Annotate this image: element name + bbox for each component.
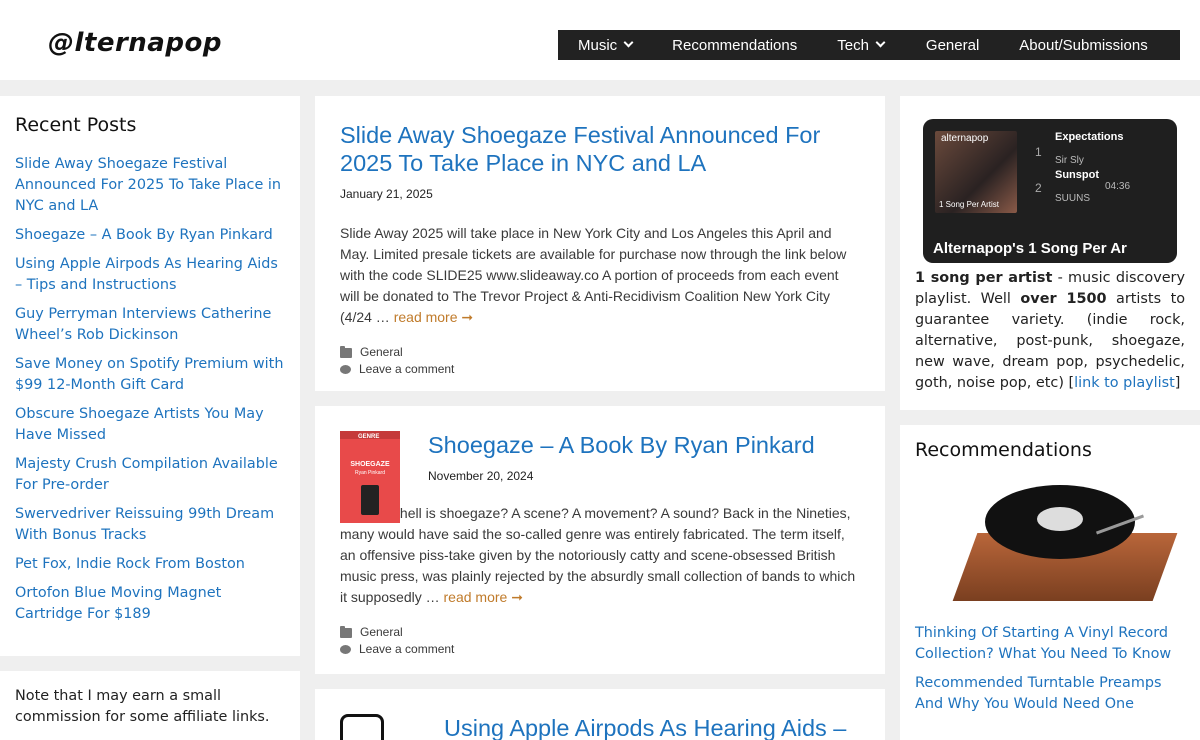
track-duration: 04:36 bbox=[1105, 181, 1131, 192]
read-more-link[interactable]: read more ➞ bbox=[444, 589, 523, 605]
category-row: General bbox=[340, 624, 860, 641]
comment-icon bbox=[340, 645, 351, 654]
recent-post-link[interactable]: Swervedriver Reissuing 99th Dream With B… bbox=[15, 504, 285, 546]
category-row: General bbox=[340, 344, 860, 361]
recommendations-title: Recommendations bbox=[915, 439, 1092, 461]
book-cover-thumbnail[interactable]: GENRE SHOEGAZE Ryan Pinkard bbox=[340, 431, 400, 523]
nav-general[interactable]: General bbox=[926, 30, 979, 60]
track-number: 2 bbox=[1035, 181, 1042, 195]
article-date: November 20, 2024 bbox=[428, 469, 534, 483]
nav-recommendations-label: Recommendations bbox=[672, 36, 798, 54]
recent-post-link[interactable]: Shoegaze – A Book By Ryan Pinkard bbox=[15, 225, 285, 246]
recommendations-widget: Recommendations Thinking Of Starting A V… bbox=[900, 425, 1200, 740]
recent-post-link[interactable]: Guy Perryman Interviews Catherine Wheel’… bbox=[15, 304, 285, 346]
comment-icon bbox=[340, 365, 351, 374]
article-date: January 21, 2025 bbox=[340, 187, 433, 201]
nav-music[interactable]: Music bbox=[578, 30, 634, 60]
chevron-down-icon bbox=[875, 37, 886, 47]
track-title[interactable]: Expectations bbox=[1055, 131, 1123, 143]
track-artist: SUUNS bbox=[1055, 193, 1091, 204]
recent-post-link[interactable]: Pet Fox, Indie Rock From Boston bbox=[15, 554, 285, 575]
recent-posts-title: Recent Posts bbox=[15, 114, 137, 136]
article-card: Using Apple Airpods As Hearing Aids – bbox=[315, 689, 885, 740]
nav-music-label: Music bbox=[578, 36, 618, 54]
track-number: 1 bbox=[1035, 145, 1042, 159]
playlist-description: 1 song per artist - music discovery play… bbox=[915, 268, 1185, 394]
playlist-link[interactable]: link to playlist bbox=[1074, 375, 1175, 391]
affiliate-note: Note that I may earn a small commission … bbox=[15, 688, 270, 725]
track-title[interactable]: Sunspot bbox=[1055, 169, 1099, 181]
affiliate-note-widget: Note that I may earn a small commission … bbox=[0, 671, 300, 740]
nav-tech[interactable]: Tech bbox=[837, 30, 886, 60]
book-cover-title: SHOEGAZE Ryan Pinkard bbox=[340, 461, 400, 476]
nav-about-submissions[interactable]: About/Submissions bbox=[1019, 30, 1147, 60]
pedal-illustration bbox=[361, 485, 379, 515]
turntable-image[interactable] bbox=[945, 483, 1178, 613]
recent-posts-list: Slide Away Shoegaze Festival Announced F… bbox=[15, 154, 285, 625]
recommendation-link[interactable]: Thinking Of Starting A Vinyl Record Coll… bbox=[915, 623, 1185, 665]
book-title-text: SHOEGAZE bbox=[350, 461, 390, 468]
article-meta: General Leave a comment bbox=[340, 344, 860, 378]
nav-recommendations[interactable]: Recommendations bbox=[672, 30, 797, 60]
nav-general-label: General bbox=[925, 36, 980, 54]
article-meta: General Leave a comment bbox=[340, 624, 860, 658]
book-author-text: Ryan Pinkard bbox=[354, 470, 385, 476]
recent-post-link[interactable]: Save Money on Spotify Premium with $99 1… bbox=[15, 354, 285, 396]
site-logo[interactable]: @lternapop bbox=[48, 28, 222, 58]
article-title[interactable]: Slide Away Shoegaze Festival Announced F… bbox=[340, 121, 860, 177]
playlist-widget: alternapop 1 Song Per Artist Expectation… bbox=[900, 96, 1200, 410]
article-card: Slide Away Shoegaze Festival Announced F… bbox=[315, 96, 885, 391]
phone-thumbnail[interactable] bbox=[340, 714, 384, 740]
read-more-link[interactable]: read more ➞ bbox=[394, 309, 473, 325]
record-label bbox=[1037, 507, 1083, 531]
main-nav: Music Recommendations Tech General About… bbox=[558, 30, 1180, 60]
leave-comment-link[interactable]: Leave a comment bbox=[359, 361, 454, 378]
leave-comment-link[interactable]: Leave a comment bbox=[359, 641, 454, 658]
article-excerpt: What the hell is shoegaze? A scene? A mo… bbox=[340, 503, 860, 608]
spotify-playlist-embed[interactable]: alternapop 1 Song Per Artist Expectation… bbox=[923, 119, 1177, 263]
category-link[interactable]: General bbox=[360, 624, 403, 641]
recommendations-list: Thinking Of Starting A Vinyl Record Coll… bbox=[915, 623, 1185, 715]
article-excerpt: Slide Away 2025 will take place in New Y… bbox=[340, 223, 860, 328]
folder-icon bbox=[340, 345, 352, 358]
nav-tech-label: Tech bbox=[837, 36, 869, 54]
playlist-cover-brand: alternapop bbox=[941, 133, 989, 144]
playlist-name: Alternapop's 1 Song Per Ar bbox=[933, 240, 1127, 257]
book-genre-label: GENRE bbox=[358, 434, 380, 440]
article-card: GENRE SHOEGAZE Ryan Pinkard Shoegaze – A… bbox=[315, 406, 885, 674]
comment-row: Leave a comment bbox=[340, 361, 860, 378]
recent-post-link[interactable]: Majesty Crush Compilation Available For … bbox=[15, 454, 285, 496]
category-link[interactable]: General bbox=[360, 344, 403, 361]
article-title[interactable]: Shoegaze – A Book By Ryan Pinkard bbox=[428, 431, 860, 459]
recent-post-link[interactable]: Using Apple Airpods As Hearing Aids – Ti… bbox=[15, 254, 285, 296]
chevron-down-icon bbox=[623, 37, 634, 47]
playlist-cover-label: 1 Song Per Artist bbox=[939, 200, 1000, 209]
desc-bold-1: 1 song per artist bbox=[915, 270, 1053, 286]
recent-post-link[interactable]: Ortofon Blue Moving Magnet Cartridge For… bbox=[15, 583, 285, 625]
article-title[interactable]: Using Apple Airpods As Hearing Aids – bbox=[444, 714, 860, 740]
folder-icon bbox=[340, 625, 352, 638]
recent-posts-widget: Recent Posts Slide Away Shoegaze Festiva… bbox=[0, 96, 300, 656]
recommendation-link[interactable]: Recommended Turntable Preamps And Why Yo… bbox=[915, 673, 1185, 715]
comment-row: Leave a comment bbox=[340, 641, 860, 658]
playlist-cover: alternapop 1 Song Per Artist bbox=[935, 131, 1017, 213]
nav-about-label: About/Submissions bbox=[1019, 36, 1148, 54]
desc-end: ] bbox=[1174, 375, 1181, 391]
recent-post-link[interactable]: Obscure Shoegaze Artists You May Have Mi… bbox=[15, 404, 285, 446]
excerpt-text: What the hell is shoegaze? A scene? A mo… bbox=[340, 505, 856, 605]
recent-post-link[interactable]: Slide Away Shoegaze Festival Announced F… bbox=[15, 154, 285, 217]
desc-bold-2: over 1500 bbox=[1020, 291, 1107, 307]
track-artist: Sir Sly bbox=[1055, 155, 1084, 166]
site-header: @lternapop Music Recommendations Tech Ge… bbox=[0, 0, 1200, 80]
